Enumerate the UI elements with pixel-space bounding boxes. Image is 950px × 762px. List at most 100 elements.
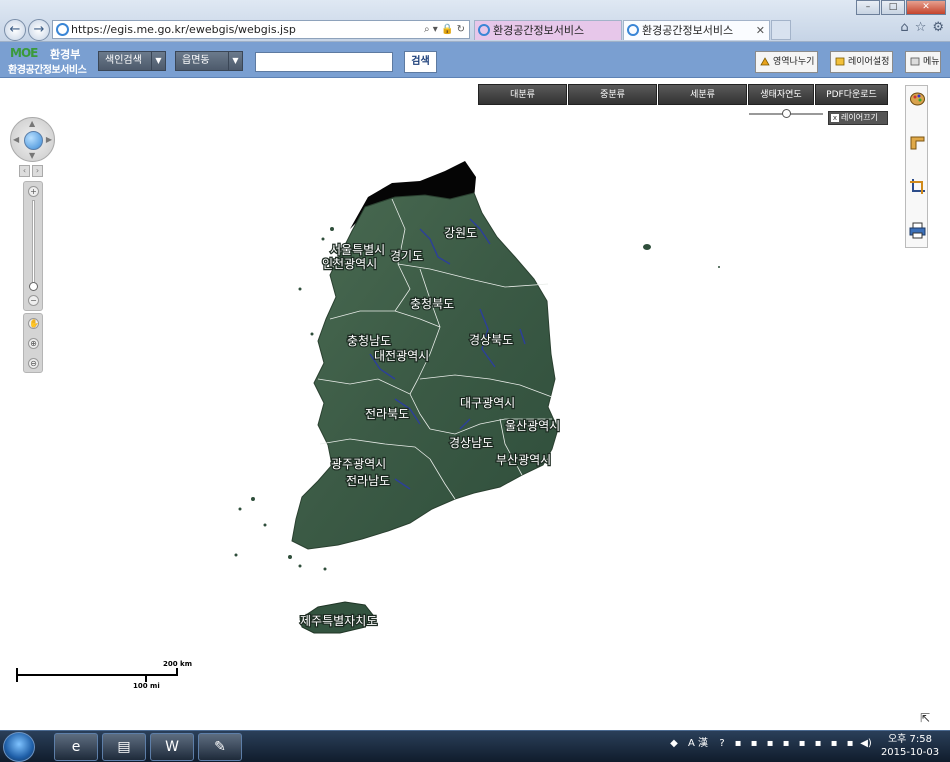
favorites-star-icon[interactable]: ☆ <box>915 20 927 35</box>
region-label: 강원도 <box>444 226 477 240</box>
zoom-track[interactable] <box>32 200 35 288</box>
map-tools: ✋ ⊕ ⊖ <box>23 313 43 373</box>
region-label: 부산광역시 <box>496 453 551 467</box>
right-toolbar <box>905 85 928 248</box>
zoom-box-out-icon[interactable]: ⊖ <box>28 358 39 369</box>
explorer-taskbar-icon[interactable]: ▤ <box>102 733 146 761</box>
tray-app-icon[interactable]: ▪ <box>748 737 760 751</box>
hand-pan-icon[interactable]: ✋ <box>28 318 39 329</box>
tab-major-class[interactable]: 대분류 <box>478 84 567 105</box>
tab-close-icon[interactable]: ✕ <box>756 21 765 40</box>
clock[interactable]: 오후 7:58 2015-10-03 <box>880 733 940 759</box>
crop-area-icon[interactable] <box>909 178 926 195</box>
tray-app-icon[interactable]: ▪ <box>732 737 744 751</box>
browser-tab-2[interactable]: 환경공간정보서비스 ✕ <box>623 20 770 40</box>
home-icon[interactable]: ⌂ <box>900 20 908 35</box>
region-select[interactable]: 읍면동 ▼ <box>175 51 243 71</box>
address-bar[interactable]: https://egis.me.go.kr/ewebgis/webgis.jsp… <box>52 20 470 39</box>
tab-minor-class[interactable]: 세분류 <box>658 84 747 105</box>
region-label: 충청북도 <box>410 297 454 311</box>
new-tab-button[interactable] <box>771 20 791 40</box>
network-icon[interactable]: ◆ <box>668 737 680 751</box>
globe-icon[interactable] <box>24 131 43 150</box>
pan-down-icon[interactable]: ▼ <box>29 151 35 160</box>
system-tray: ◆ A 漢 ? ▪ ▪ ▪ ▪ ▪ ▪ ▪ ▪ ◀) <box>668 737 872 751</box>
zoom-in-icon[interactable]: + <box>28 186 39 197</box>
search-input[interactable] <box>255 52 393 72</box>
settings-gear-icon[interactable]: ⚙ <box>932 20 944 35</box>
split-icon <box>760 57 770 66</box>
extra-menu-button[interactable]: 메뉴 <box>905 51 941 73</box>
tray-app-icon[interactable]: ▪ <box>764 737 776 751</box>
forward-button[interactable]: → <box>28 19 50 41</box>
browser-tab-1[interactable]: 환경공간정보서비스 <box>474 20 622 40</box>
tray-app-icon[interactable]: ▪ <box>796 737 808 751</box>
clock-date: 2015-10-03 <box>880 747 940 758</box>
region-label: 경상남도 <box>449 436 493 450</box>
palette-icon[interactable] <box>909 90 926 107</box>
ie-icon <box>627 24 639 36</box>
zoom-out-icon[interactable]: − <box>28 295 39 306</box>
prev-extent-icon[interactable]: ‹ <box>19 165 30 177</box>
tray-app-icon[interactable]: ▪ <box>780 737 792 751</box>
scale-bar: 200 km 100 mi <box>16 660 192 696</box>
pan-left-icon[interactable]: ◀ <box>13 135 19 144</box>
measure-distance-icon[interactable] <box>909 134 926 151</box>
clock-time: 오후 7:58 <box>887 734 933 745</box>
address-tools-icon[interactable]: ⌕ ▾ 🔒 ↻ <box>424 21 465 38</box>
start-button[interactable] <box>3 732 35 762</box>
opacity-slider[interactable] <box>749 109 823 118</box>
tab-ecology-map[interactable]: 생태자연도 <box>748 84 814 105</box>
tray-app-icon[interactable]: ▪ <box>844 737 856 751</box>
next-extent-icon[interactable]: › <box>32 165 43 177</box>
back-button[interactable]: ← <box>4 19 26 41</box>
tab-pdf-download[interactable]: PDF다운로드 <box>815 84 888 105</box>
region-label: 전라북도 <box>365 407 409 421</box>
logo[interactable]: MOE 환경부 환경공간정보서비스 <box>6 45 94 76</box>
tray-app-icon[interactable]: ▪ <box>828 737 840 751</box>
tab-middle-class[interactable]: 중분류 <box>568 84 657 105</box>
word-taskbar-icon[interactable]: W <box>150 733 194 761</box>
region-label: 경기도 <box>390 249 423 263</box>
region-label: 인천광역시 <box>322 256 377 271</box>
pan-up-icon[interactable]: ▲ <box>29 119 35 128</box>
theme-tabs: 대분류 중분류 세분류 생태자연도 PDF다운로드 <box>478 84 889 105</box>
region-label: 서울특별시 <box>330 243 385 257</box>
help-icon[interactable]: ? <box>716 737 728 751</box>
region-label: 전라남도 <box>346 474 390 488</box>
search-type-select[interactable]: 색인검색 ▼ <box>98 51 166 71</box>
logo-mark: MOE <box>10 46 38 60</box>
ie-icon <box>478 24 490 36</box>
scale-mi-label: 100 mi <box>133 682 160 690</box>
pan-control[interactable]: ▲ ▼ ◀ ▶ <box>10 117 55 162</box>
printer-icon[interactable] <box>909 222 926 239</box>
zoom-control: + − <box>23 181 43 311</box>
zoom-handle[interactable] <box>29 282 38 291</box>
pan-right-icon[interactable]: ▶ <box>46 135 52 144</box>
app-header: MOE 환경부 환경공간정보서비스 색인검색 ▼ 읍면동 ▼ 검색 영역나누기 … <box>0 42 950 78</box>
paint-taskbar-icon[interactable]: ✎ <box>198 733 242 761</box>
area-split-button[interactable]: 영역나누기 <box>755 51 818 73</box>
window-controls: – □ ✕ <box>855 0 946 15</box>
slider-handle[interactable] <box>782 109 791 118</box>
volume-icon[interactable]: ◀) <box>860 737 872 751</box>
close-window-button[interactable]: ✕ <box>906 0 946 15</box>
chevron-down-icon: ▼ <box>151 52 165 70</box>
close-icon: x <box>831 114 839 122</box>
maximize-button[interactable]: □ <box>881 0 905 15</box>
layer-off-button[interactable]: x 레이어끄기 <box>828 111 888 125</box>
ie-taskbar-icon[interactable]: e <box>54 733 98 761</box>
browser-toolbar: ⌂ ☆ ⚙ <box>900 20 944 35</box>
layer-settings-button[interactable]: 레이어설정 <box>830 51 893 73</box>
browser-chrome: – □ ✕ ← → https://egis.me.go.kr/ewebgis/… <box>0 0 950 42</box>
chevron-down-icon: ▼ <box>228 52 242 70</box>
zoom-box-in-icon[interactable]: ⊕ <box>28 338 39 349</box>
tray-app-icon[interactable]: ▪ <box>812 737 824 751</box>
search-button[interactable]: 검색 <box>404 51 437 73</box>
resize-corner-icon[interactable]: ⇱ <box>920 712 934 726</box>
region-label: 경상북도 <box>469 333 513 347</box>
ime-indicator[interactable]: A 漢 <box>684 737 712 751</box>
korea-map[interactable]: 서울특별시 인천광역시 경기도 강원도 충청북도 충청남도 대전광역시 경상북도… <box>0 79 950 730</box>
minimize-button[interactable]: – <box>856 0 880 15</box>
map-view[interactable]: 서울특별시 인천광역시 경기도 강원도 충청북도 충청남도 대전광역시 경상북도… <box>0 79 950 730</box>
